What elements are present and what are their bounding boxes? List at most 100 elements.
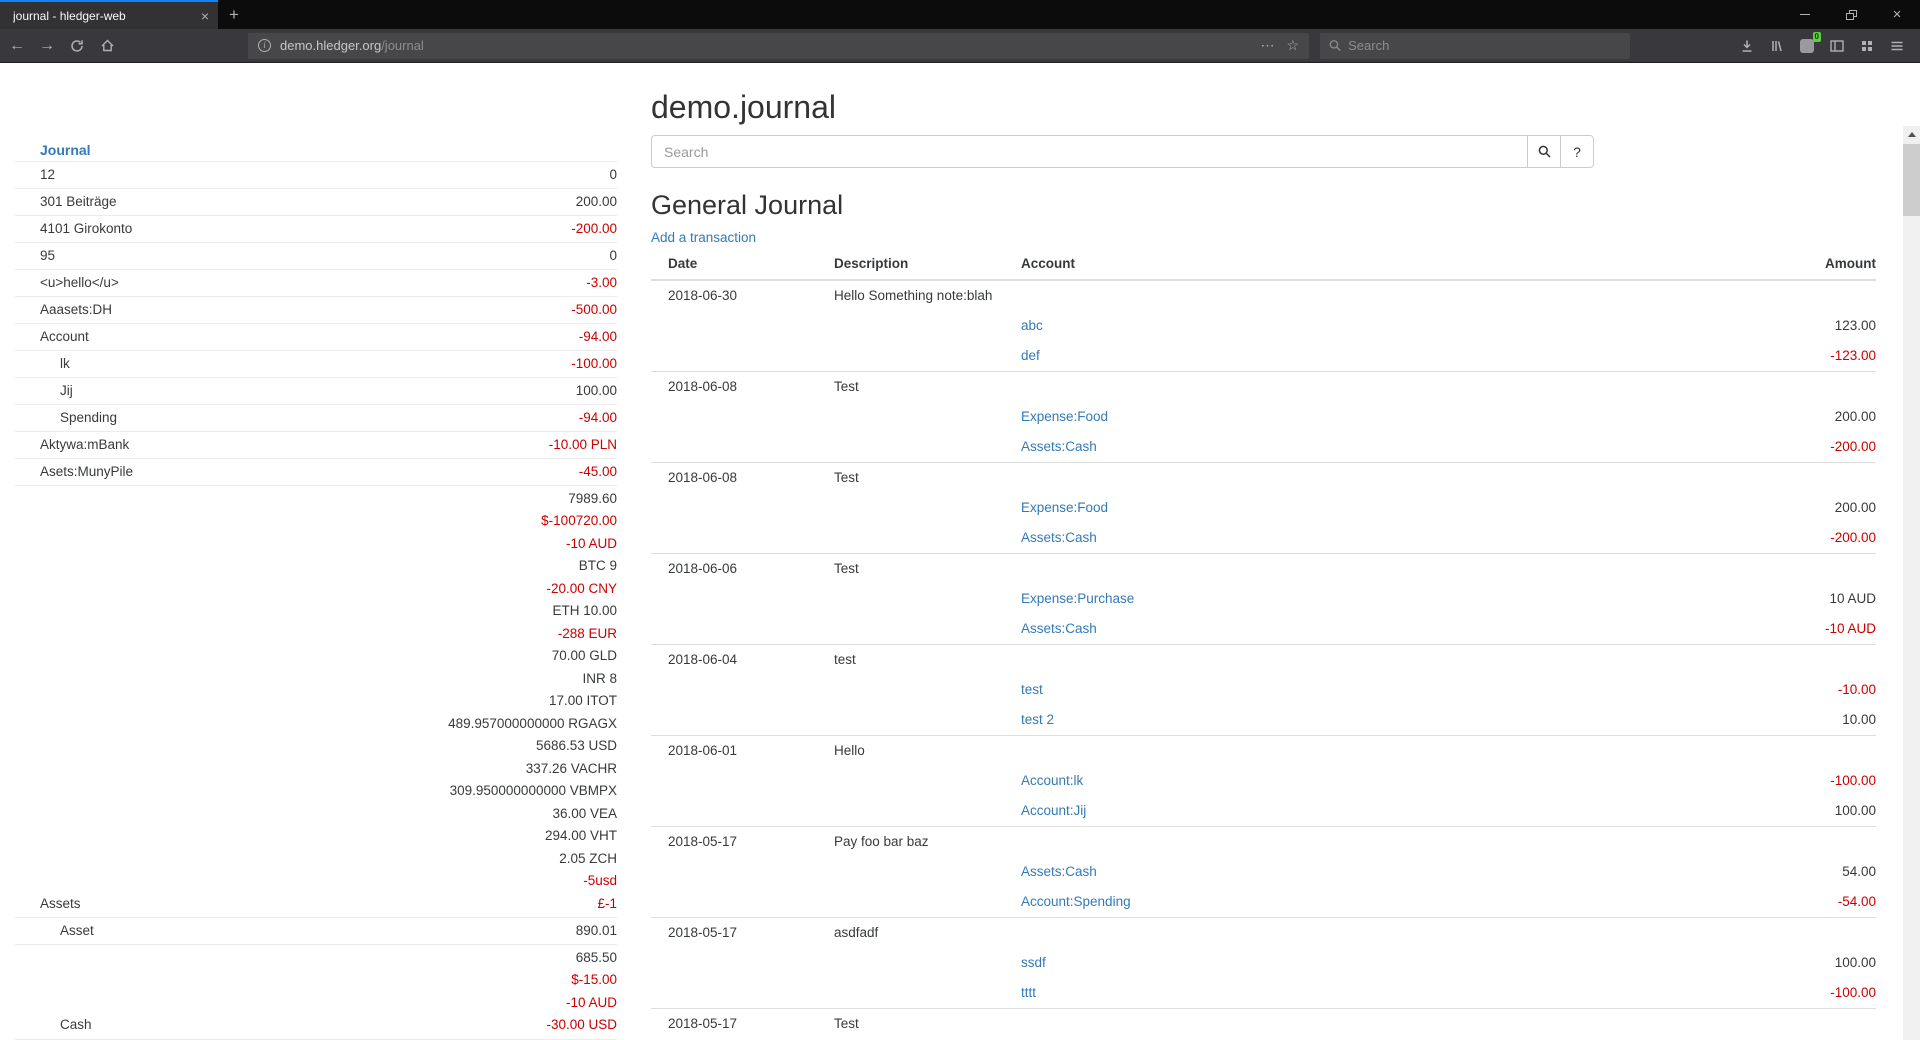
sidebar-account-balance: 0 [609, 164, 617, 187]
sidebar-account-link[interactable]: <u>hello</u> [15, 272, 119, 295]
balance-amount: $-15.00 [546, 969, 617, 992]
add-transaction-link[interactable]: Add a transaction [651, 229, 756, 247]
transaction-row[interactable]: 2018-06-08Test [651, 372, 1876, 403]
sidebar-account-link[interactable]: 12 [15, 164, 55, 187]
balance-amount: £-1 [448, 893, 617, 916]
sidebar-account-link[interactable]: Account [15, 326, 89, 349]
bookmark-star-icon[interactable]: ☆ [1286, 37, 1299, 54]
sidebar-account-balance: -94.00 [579, 326, 617, 349]
transaction-row[interactable]: 2018-06-08Test [651, 463, 1876, 494]
posting-account-link[interactable]: Account:lk [1021, 773, 1083, 788]
menu-button[interactable] [1882, 31, 1912, 61]
window-close-button[interactable]: × [1874, 0, 1920, 29]
tab-close-icon[interactable]: × [201, 9, 209, 23]
sidebar-account-balance: 685.50$-15.00-10 AUD-30.00 USD [546, 947, 617, 1037]
sidebar: Journal 120301 Beiträge200.004101 Giroko… [15, 63, 617, 1040]
search-help-button[interactable]: ? [1560, 135, 1594, 168]
sidebar-account-balance: -3.00 [586, 272, 617, 295]
grid-button[interactable] [1852, 31, 1882, 61]
transaction-row[interactable]: 2018-05-17Test [651, 1009, 1876, 1040]
sidebar-account-row: Aaasets:DH -500.00 [15, 296, 617, 323]
posting-account-link[interactable]: test 2 [1021, 712, 1054, 727]
posting-amount: -54.00 [1256, 887, 1876, 918]
transaction-description: Hello Something note:blah [834, 280, 1021, 311]
balance-amount: 0 [609, 164, 617, 187]
sidebar-account-link[interactable]: Assets [15, 893, 81, 916]
transaction-description: Hello [834, 736, 1021, 767]
posting-account-link[interactable]: abc [1021, 318, 1043, 333]
scrollbar-up-arrow[interactable] [1903, 126, 1920, 143]
journal-search-input[interactable] [651, 135, 1528, 168]
sidebar-account-link[interactable]: Cash [15, 1014, 92, 1037]
sidebar-account-balance: -45.00 [579, 461, 617, 484]
posting-account-link[interactable]: Expense:Purchase [1021, 591, 1134, 606]
sidebar-account-link[interactable]: Aaasets:DH [15, 299, 112, 322]
transaction-row[interactable]: 2018-06-06Test [651, 554, 1876, 585]
restore-button[interactable] [1828, 0, 1874, 29]
sidebar-account-balance: 100.00 [576, 380, 617, 403]
url-path: /journal [381, 38, 424, 53]
posting-account-link[interactable]: def [1021, 348, 1040, 363]
sidebar-account-link[interactable]: 301 Beiträge [15, 191, 117, 214]
extension-button[interactable]: 0 [1792, 31, 1822, 61]
sidebar-account-link[interactable]: lk [15, 353, 70, 376]
posting-account-link[interactable]: Assets:Cash [1021, 621, 1097, 636]
sidebar-account-link[interactable]: 95 [15, 245, 55, 268]
scrollbar-thumb[interactable] [1903, 144, 1920, 216]
url-domain: demo.hledger.org [280, 38, 381, 53]
browser-search-input[interactable] [1348, 38, 1621, 53]
transaction-row[interactable]: 2018-06-04test [651, 645, 1876, 676]
posting-account-link[interactable]: Account:Jij [1021, 803, 1086, 818]
reload-button[interactable] [62, 31, 92, 61]
sidebar-account-link[interactable]: 4101 Girokonto [15, 218, 132, 241]
posting-account-link[interactable]: Assets:Cash [1021, 530, 1097, 545]
sidebar-journal-link[interactable]: Journal [40, 142, 91, 158]
balance-amount: 17.00 ITOT [448, 690, 617, 713]
posting-account-link[interactable]: Assets:Cash [1021, 864, 1097, 879]
journal-search-button[interactable] [1527, 135, 1561, 168]
posting-row: def-123.00 [651, 341, 1876, 372]
posting-account-link[interactable]: ssdf [1021, 955, 1046, 970]
site-info-icon[interactable]: i [258, 39, 271, 52]
forward-button[interactable]: → [32, 31, 62, 61]
transaction-row[interactable]: 2018-05-17Pay foo bar baz [651, 827, 1876, 858]
browser-tab[interactable]: journal - hledger-web × [0, 0, 218, 29]
page-actions-icon[interactable]: ⋯ [1260, 37, 1274, 54]
posting-account-link[interactable]: test [1021, 682, 1043, 697]
library-button[interactable] [1762, 31, 1792, 61]
sidebar-account-link[interactable]: Asset [15, 920, 94, 943]
sidebar-account-link[interactable]: Aktywa:mBank [15, 434, 129, 457]
downloads-button[interactable] [1732, 31, 1762, 61]
minimize-button[interactable] [1782, 0, 1828, 29]
posting-account-link[interactable]: Account:Spending [1021, 894, 1131, 909]
sidebar-toggle-button[interactable] [1822, 31, 1852, 61]
posting-account-link[interactable]: Assets:Cash [1021, 439, 1097, 454]
transaction-row[interactable]: 2018-05-17asdfadf [651, 918, 1876, 949]
home-button[interactable] [92, 31, 122, 61]
posting-account-link[interactable]: tttt [1021, 985, 1036, 1000]
transaction-row[interactable]: 2018-06-01Hello [651, 736, 1876, 767]
new-tab-button[interactable]: + [218, 0, 250, 29]
sidebar-account-link[interactable]: Asets:MunyPile [15, 461, 133, 484]
page-scrollbar[interactable] [1903, 126, 1920, 1040]
posting-account-link[interactable]: Expense:Food [1021, 500, 1108, 515]
url-bar[interactable]: i demo.hledger.org/journal ⋯ ☆ [248, 33, 1309, 59]
browser-search-bar[interactable] [1320, 33, 1630, 59]
balance-amount: ETH 10.00 [448, 600, 617, 623]
transaction-row[interactable]: 2018-06-30Hello Something note:blah [651, 280, 1876, 311]
sidebar-account-link[interactable]: Spending [15, 407, 117, 430]
balance-amount: BTC 9 [448, 555, 617, 578]
posting-amount: 200.00 [1256, 402, 1876, 432]
transaction-description: Test [834, 1009, 1021, 1040]
description-column-header: Description [834, 249, 1021, 280]
posting-account-link[interactable]: Expense:Food [1021, 409, 1108, 424]
window-close-icon: × [1893, 6, 1902, 23]
back-button[interactable]: ← [2, 31, 32, 61]
up-arrow-icon [1908, 132, 1916, 137]
sidebar-account-balance: -500.00 [571, 299, 617, 322]
posting-row: test 210.00 [651, 705, 1876, 736]
transaction-date: 2018-06-06 [651, 554, 834, 585]
balance-amount: -30.00 USD [546, 1014, 617, 1037]
sidebar-account-link[interactable]: Jij [15, 380, 73, 403]
search-icon [1329, 39, 1341, 52]
